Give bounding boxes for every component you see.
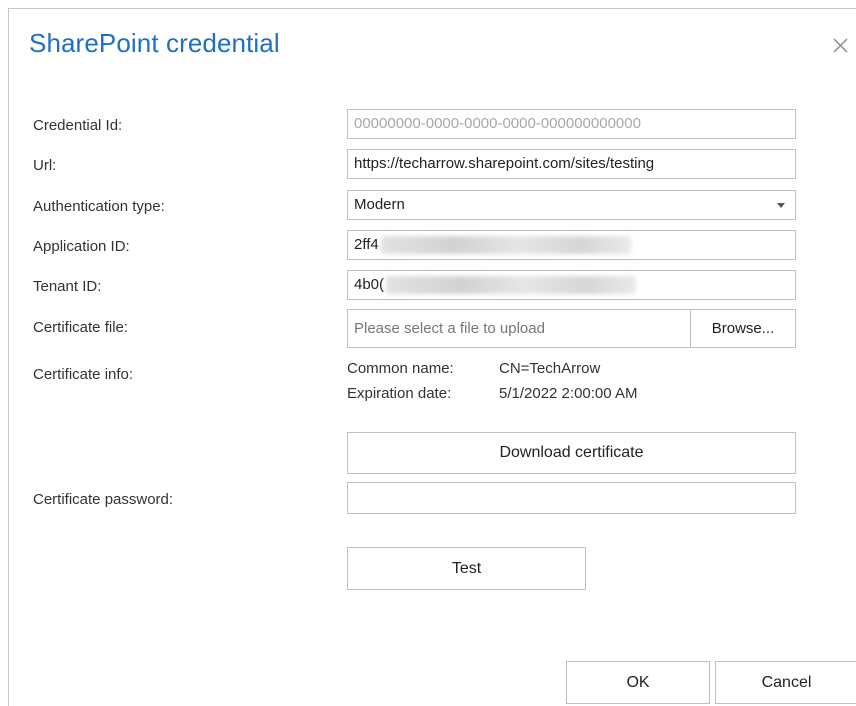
test-button[interactable]: Test [347, 547, 586, 590]
url-label: Url: [33, 157, 57, 174]
tenant-id-field[interactable]: 4b0( [347, 270, 796, 300]
dialog-title: SharePoint credential [29, 28, 280, 58]
certificate-file-placeholder: Please select a file to upload [354, 320, 545, 337]
credential-id-field[interactable]: 00000000-0000-0000-0000-000000000000 [347, 109, 796, 139]
authentication-type-select[interactable]: Modern [347, 190, 796, 220]
authentication-type-label: Authentication type: [33, 198, 165, 215]
certificate-password-field[interactable] [347, 482, 796, 514]
browse-button[interactable]: Browse... [690, 309, 796, 348]
url-value: https://techarrow.sharepoint.com/sites/t… [354, 155, 655, 172]
certificate-file-label: Certificate file: [33, 319, 129, 336]
certificate-info-label: Certificate info: [33, 366, 134, 383]
url-field[interactable]: https://techarrow.sharepoint.com/sites/t… [347, 149, 796, 179]
application-id-label: Application ID: [33, 238, 130, 255]
credential-id-value: 00000000-0000-0000-0000-000000000000 [354, 115, 641, 132]
credential-id-label: Credential Id: [33, 117, 123, 134]
redacted-blur [380, 236, 631, 255]
tenant-id-label: Tenant ID: [33, 278, 102, 295]
expiration-date-label: Expiration date: [347, 385, 452, 402]
expiration-date-value: 5/1/2022 2:00:00 AM [499, 385, 638, 402]
common-name-value: CN=TechArrow [499, 360, 601, 377]
tenant-id-value: 4b0( [354, 276, 385, 293]
certificate-password-label: Certificate password: [33, 491, 174, 508]
application-id-field[interactable]: 2ff4 [347, 230, 796, 260]
close-icon[interactable] [831, 36, 851, 56]
application-id-value: 2ff4 [354, 236, 379, 253]
ok-button[interactable]: OK [566, 661, 710, 704]
authentication-type-value: Modern [354, 196, 405, 213]
download-certificate-button[interactable]: Download certificate [347, 432, 796, 474]
sharepoint-credential-dialog: SharePoint credential Credential Id: 000… [8, 8, 856, 706]
common-name-label: Common name: [347, 360, 454, 377]
cancel-button[interactable]: Cancel [715, 661, 856, 704]
chevron-down-icon [777, 203, 785, 208]
certificate-file-input[interactable]: Please select a file to upload [347, 309, 691, 348]
redacted-blur [386, 276, 637, 295]
